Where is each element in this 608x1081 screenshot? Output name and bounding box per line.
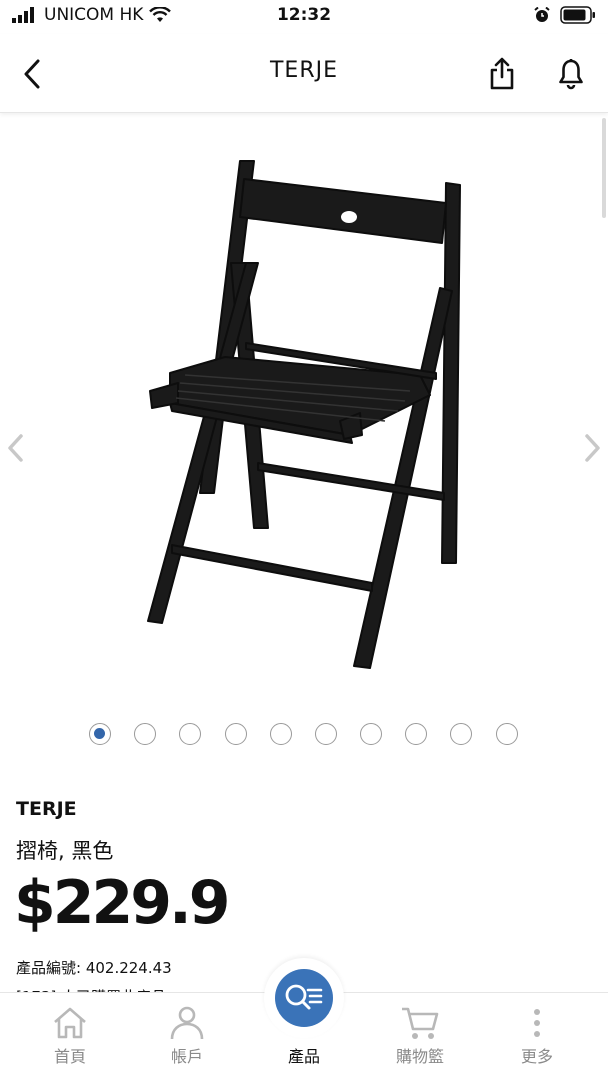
gallery-next-button[interactable]	[578, 430, 608, 466]
more-icon	[534, 1009, 540, 1037]
share-button[interactable]	[482, 54, 522, 94]
gallery-prev-button[interactable]	[0, 430, 30, 466]
pagination-dot-9[interactable]	[450, 723, 472, 745]
pagination-dot-5[interactable]	[270, 723, 292, 745]
tab-account[interactable]: 帳戶	[137, 1003, 237, 1067]
status-bar: UNICOM HK 12:32	[0, 0, 608, 34]
tab-account-label: 帳戶	[170, 1047, 203, 1066]
alarm-icon	[534, 7, 550, 22]
tab-more[interactable]: 更多	[487, 1003, 587, 1067]
pagination-dot-1[interactable]	[89, 723, 111, 745]
home-icon	[54, 1007, 86, 1039]
pagination-dot-10[interactable]	[496, 723, 518, 745]
pagination-dot-6[interactable]	[315, 723, 337, 745]
chair-image[interactable]	[0, 113, 608, 713]
article-number: 產品編號: 402.224.43	[16, 959, 172, 977]
pagination-dot-4[interactable]	[225, 723, 247, 745]
share-icon	[490, 57, 514, 90]
chevron-left-icon	[8, 434, 23, 462]
account-icon	[170, 1006, 204, 1040]
tab-products-label: 產品	[287, 1047, 320, 1066]
search-list-icon	[285, 984, 323, 1010]
tab-home-label: 首頁	[53, 1047, 86, 1066]
status-right	[534, 6, 596, 24]
product-search-button[interactable]	[275, 969, 333, 1027]
product-name: TERJE	[16, 798, 77, 820]
product-image-gallery[interactable]	[0, 113, 608, 713]
pagination-dot-3[interactable]	[179, 723, 201, 745]
cart-icon	[402, 1007, 439, 1039]
tab-more-label: 更多	[520, 1047, 553, 1066]
pagination-dot-8[interactable]	[405, 723, 427, 745]
battery-icon	[560, 6, 595, 24]
pagination-dot-2[interactable]	[134, 723, 156, 745]
product-price: $229.9	[14, 868, 231, 938]
product-description: 摺椅, 黑色	[16, 839, 114, 863]
notification-button[interactable]	[551, 54, 591, 94]
tab-cart-label: 購物籃	[395, 1047, 444, 1066]
scroll-indicator[interactable]	[602, 118, 606, 218]
bell-icon	[559, 59, 583, 90]
pagination-dot-7[interactable]	[360, 723, 382, 745]
tab-home[interactable]: 首頁	[20, 1003, 120, 1067]
tab-cart[interactable]: 購物籃	[370, 1003, 470, 1067]
gallery-pagination	[0, 723, 608, 749]
status-time: 12:32	[276, 5, 332, 25]
chevron-right-icon	[585, 434, 600, 462]
nav-header: TERJE	[0, 34, 608, 113]
